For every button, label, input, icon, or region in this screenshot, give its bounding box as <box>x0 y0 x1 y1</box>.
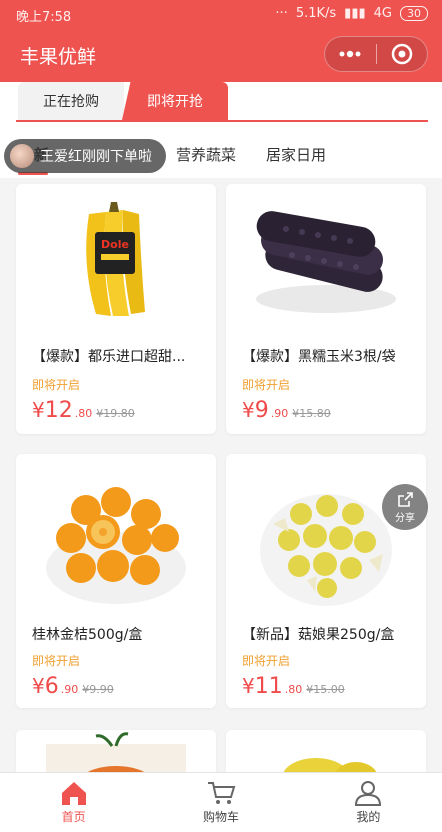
share-icon <box>398 491 413 507</box>
product-price: ¥ 11 .80 ¥15.00 <box>242 674 345 699</box>
product-status: 即将开启 <box>32 654 81 668</box>
product-name: 【新品】菇娘果250g/盒 <box>242 627 395 643</box>
product-price: ¥ 6 .90 ¥9.90 <box>32 674 114 699</box>
currency-symbol: ¥ <box>242 398 255 422</box>
share-label: 分享 <box>395 512 415 524</box>
toast-text: 王爱红刚刚下单啦 <box>40 149 152 165</box>
avatar <box>10 144 34 168</box>
product-card[interactable] <box>16 730 216 772</box>
corn-icon <box>256 211 396 313</box>
product-image <box>16 470 216 620</box>
status-indicators: ··· 5.1K/s ▮▮▮ 4G 30 <box>275 6 428 21</box>
product-name: 桂林金桔500g/盒 <box>32 627 143 643</box>
nav-profile-label: 我的 <box>356 810 381 824</box>
fruit-icon <box>283 758 377 772</box>
price-decimal: .80 <box>284 683 303 696</box>
status-bar: 晚上7:58 ··· 5.1K/s ▮▮▮ 4G 30 <box>0 0 442 28</box>
user-icon <box>355 781 382 806</box>
tomato-icon <box>46 732 186 772</box>
product-status: 即将开启 <box>242 378 291 392</box>
price-integer: 9 <box>254 398 269 423</box>
product-card[interactable]: 桂林金桔500g/盒 即将开启 ¥ 6 .90 ¥9.90 <box>16 454 216 708</box>
price-integer: 6 <box>44 674 59 699</box>
currency-symbol: ¥ <box>32 398 45 422</box>
svg-text:Dole: Dole <box>101 238 129 251</box>
nav-cart-label: 购物车 <box>202 810 239 824</box>
bottom-nav: 首页 购物车 我的 <box>0 772 442 832</box>
product-grid: Dole 【爆款】都乐进口超甜... 即将开启 ¥ 12 .80 ¥19.80 <box>0 178 442 772</box>
status-time: 晚上7:58 <box>16 10 72 25</box>
signal-icon: ▮▮▮ <box>344 6 366 21</box>
cart-icon <box>207 782 236 804</box>
banana-icon: Dole <box>86 202 145 316</box>
nav-home-label: 首页 <box>61 810 86 824</box>
product-card[interactable]: Dole 【爆款】都乐进口超甜... 即将开启 ¥ 12 .80 ¥19.80 <box>16 184 216 434</box>
product-card[interactable] <box>226 730 426 772</box>
product-card[interactable]: 【爆款】黑糯玉米3根/袋 即将开启 ¥ 9 .90 ¥15.80 <box>226 184 426 434</box>
product-price: ¥ 12 .80 ¥19.80 <box>32 398 135 423</box>
target-icon <box>391 43 412 65</box>
status-dots: ··· <box>275 6 288 21</box>
tab-ongoing[interactable]: 正在抢购 <box>18 82 124 120</box>
original-price: ¥15.80 <box>292 407 331 420</box>
currency-symbol: ¥ <box>242 674 255 698</box>
status-network: 5.1K/s <box>295 6 337 21</box>
price-decimal: .90 <box>60 683 79 696</box>
nav-cart[interactable]: 购物车 <box>147 773 294 832</box>
price-integer: 12 <box>44 398 73 423</box>
nav-profile[interactable]: 我的 <box>295 773 442 832</box>
more-button[interactable] <box>325 37 376 71</box>
sale-tabs: 正在抢购 即将开抢 <box>0 82 442 122</box>
more-icon <box>339 50 361 58</box>
app-title: 丰果优鲜 <box>20 46 97 68</box>
category-household[interactable]: 居家日用 <box>266 144 326 165</box>
nav-home[interactable]: 首页 <box>0 773 147 832</box>
product-name: 【爆款】黑糯玉米3根/袋 <box>242 349 396 365</box>
tab-upcoming[interactable]: 即将开抢 <box>122 82 228 120</box>
category-vegetables[interactable]: 营养蔬菜 <box>176 144 236 165</box>
product-image <box>226 184 426 334</box>
product-status: 即将开启 <box>32 378 81 392</box>
original-price: ¥19.80 <box>96 407 135 420</box>
original-price: ¥15.00 <box>306 683 345 696</box>
original-price: ¥9.90 <box>82 683 114 696</box>
battery-indicator: 30 <box>400 6 428 21</box>
close-miniprogram-button[interactable] <box>377 37 428 71</box>
share-button[interactable]: 分享 <box>382 484 428 530</box>
product-image: Dole <box>16 184 216 334</box>
order-toast: 王爱红刚刚下单啦 <box>4 139 166 173</box>
currency-symbol: ¥ <box>32 674 45 698</box>
product-price: ¥ 9 .90 ¥15.80 <box>242 398 331 423</box>
price-decimal: .90 <box>270 407 289 420</box>
miniprogram-capsule <box>324 36 428 72</box>
price-integer: 11 <box>254 674 283 699</box>
product-status: 即将开启 <box>242 654 291 668</box>
price-decimal: .80 <box>74 407 93 420</box>
header: 晚上7:58 ··· 5.1K/s ▮▮▮ 4G 30 丰果优鲜 <box>0 0 442 82</box>
physalis-icon <box>260 494 392 606</box>
status-signal: 4G <box>373 6 392 21</box>
product-name: 【爆款】都乐进口超甜... <box>32 349 186 365</box>
home-icon <box>61 782 86 805</box>
kumquat-icon <box>46 487 186 604</box>
